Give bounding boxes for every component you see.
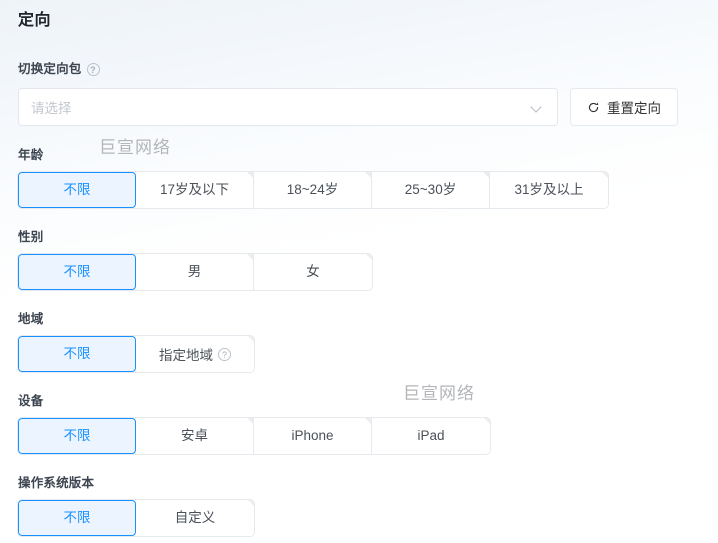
select-placeholder: 请选择 — [31, 101, 72, 116]
group-label-age: 年龄 — [18, 148, 44, 162]
option-os-version-1[interactable]: 自定义 — [136, 500, 254, 536]
watermark: 巨宣网络 — [99, 138, 171, 157]
reset-targeting-label: 重置定向 — [607, 101, 661, 116]
option-region-1-label: 指定地域 — [159, 348, 213, 363]
page-title: 定向 — [18, 12, 52, 29]
option-os-version-0[interactable]: 不限 — [18, 500, 136, 536]
chevron-down-icon — [531, 101, 543, 113]
option-age-0[interactable]: 不限 — [18, 172, 136, 208]
watermark: 巨宣网络 — [403, 384, 475, 403]
reset-targeting-button[interactable]: 重置定向 — [570, 88, 678, 126]
group-label-gender: 性别 — [18, 230, 44, 244]
option-gender-2[interactable]: 女 — [254, 254, 372, 290]
option-gender-1[interactable]: 男 — [136, 254, 254, 290]
button-group-region: 不限 指定地域 ? — [18, 336, 254, 372]
option-region-1[interactable]: 指定地域 ? — [136, 336, 254, 372]
switch-package-label: 切换定向包 ? — [18, 60, 100, 78]
option-device-3[interactable]: iPad — [372, 418, 490, 454]
button-group-age: 不限 17岁及以下 18~24岁 25~30岁 31岁及以上 — [18, 172, 608, 208]
button-group-gender: 不限 男 女 — [18, 254, 372, 290]
group-label-os-version: 操作系统版本 — [18, 476, 95, 490]
question-circle-icon[interactable]: ? — [218, 347, 231, 361]
option-age-1[interactable]: 17岁及以下 — [136, 172, 254, 208]
switch-package-label-text: 切换定向包 — [18, 62, 82, 76]
group-label-device: 设备 — [18, 394, 44, 408]
option-age-3[interactable]: 25~30岁 — [372, 172, 490, 208]
option-device-0[interactable]: 不限 — [18, 418, 136, 454]
group-label-region: 地域 — [18, 312, 44, 326]
option-age-2[interactable]: 18~24岁 — [254, 172, 372, 208]
button-group-os-version: 不限 自定义 — [18, 500, 254, 536]
option-device-1[interactable]: 安卓 — [136, 418, 254, 454]
option-device-2[interactable]: iPhone — [254, 418, 372, 454]
question-circle-icon[interactable]: ? — [86, 62, 100, 76]
button-group-device: 不限 安卓 iPhone iPad — [18, 418, 490, 454]
option-gender-0[interactable]: 不限 — [18, 254, 136, 290]
targeting-package-select[interactable]: 请选择 — [18, 88, 558, 126]
option-age-4[interactable]: 31岁及以上 — [490, 172, 608, 208]
refresh-icon — [588, 102, 599, 112]
targeting-panel: 定向 切换定向包 ? 请选择 重置定向 年龄 不限 17岁及以下 18~24岁 … — [0, 0, 718, 543]
switch-package-row: 请选择 重置定向 — [18, 88, 678, 126]
option-region-0[interactable]: 不限 — [18, 336, 136, 372]
